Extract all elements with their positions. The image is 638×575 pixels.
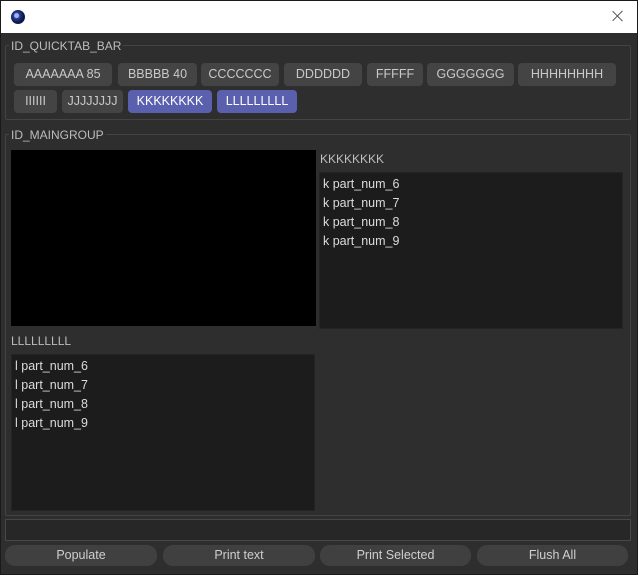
- populate-button[interactable]: Populate: [5, 545, 157, 566]
- tab-aaaaaaa[interactable]: AAAAAAA 85: [14, 63, 112, 86]
- list-item[interactable]: l part_num_9: [12, 414, 314, 433]
- tab-iiiiii[interactable]: IIIIII: [14, 90, 57, 113]
- k-list-label: KKKKKKKK: [320, 152, 385, 166]
- list-item[interactable]: k part_num_7: [320, 194, 622, 213]
- flush-all-button[interactable]: Flush All: [477, 545, 628, 566]
- tab-fffff[interactable]: FFFFF: [367, 63, 423, 86]
- k-parts-list[interactable]: k part_num_6 k part_num_7 k part_num_8 k…: [319, 172, 623, 329]
- tab-ggggggg[interactable]: GGGGGGG: [427, 63, 514, 86]
- tab-bbbbb[interactable]: BBBBB 40: [118, 63, 197, 86]
- status-bar: [5, 519, 631, 541]
- print-text-button[interactable]: Print text: [163, 545, 315, 566]
- l-parts-list[interactable]: l part_num_6 l part_num_7 l part_num_8 l…: [11, 354, 315, 511]
- list-item[interactable]: k part_num_9: [320, 232, 622, 251]
- list-item[interactable]: l part_num_8: [12, 395, 314, 414]
- preview-canvas[interactable]: [11, 150, 316, 326]
- list-item[interactable]: k part_num_6: [320, 175, 622, 194]
- list-item[interactable]: l part_num_7: [12, 376, 314, 395]
- tab-jjjjjjjj[interactable]: JJJJJJJJ: [62, 90, 123, 113]
- list-item[interactable]: l part_num_6: [12, 357, 314, 376]
- tab-ccccccc[interactable]: CCCCCCC: [201, 63, 279, 86]
- print-selected-button[interactable]: Print Selected: [320, 545, 471, 566]
- quicktab-group-title: ID_QUICKTAB_BAR: [9, 39, 124, 53]
- tab-lllllllll[interactable]: LLLLLLLLL: [217, 90, 297, 113]
- main-group-title: ID_MAINGROUP: [9, 128, 106, 142]
- app-logo-icon: [11, 10, 25, 24]
- tab-kkkkkkkk[interactable]: KKKKKKKK: [128, 90, 212, 113]
- tab-dddddd[interactable]: DDDDDD: [284, 63, 362, 86]
- title-bar[interactable]: [1, 1, 637, 33]
- list-item[interactable]: k part_num_8: [320, 213, 622, 232]
- tab-hhhhhhhh[interactable]: HHHHHHHH: [518, 63, 616, 86]
- close-icon[interactable]: [611, 9, 625, 23]
- l-list-label: LLLLLLLLL: [11, 334, 72, 348]
